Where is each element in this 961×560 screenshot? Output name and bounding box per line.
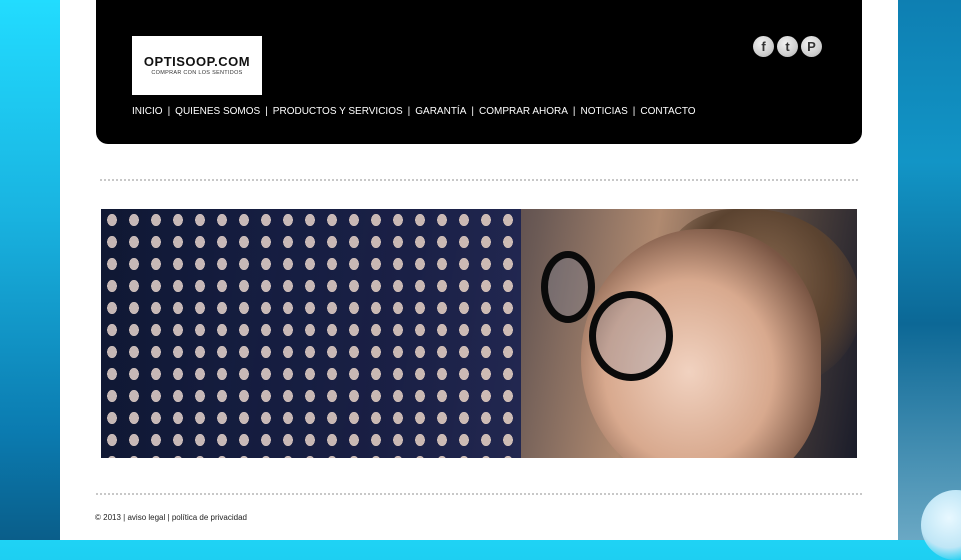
- nav-item-noticias[interactable]: NOTICIAS: [581, 106, 628, 117]
- nav-item-contacto[interactable]: CONTACTO: [640, 106, 695, 117]
- site-header: OPTISOOP.COM COMPRAR CON LOS SENTIDOS f …: [96, 0, 862, 144]
- logo-name: OPTISOOP.COM: [143, 54, 251, 69]
- pinterest-icon[interactable]: P: [801, 36, 822, 57]
- hero-banner-image: [101, 209, 857, 458]
- social-links: f t P: [753, 36, 822, 57]
- page-container: OPTISOOP.COM COMPRAR CON LOS SENTIDOS f …: [60, 0, 898, 540]
- nav-item-quienes-somos[interactable]: QUIENES SOMOS: [175, 106, 260, 117]
- nav-separator: |: [407, 106, 411, 117]
- banner-mesh-fabric: [101, 209, 521, 458]
- site-footer: © 2013 | aviso legal | política de priva…: [95, 513, 247, 522]
- logo-tagline: COMPRAR CON LOS SENTIDOS: [151, 70, 243, 76]
- site-logo[interactable]: OPTISOOP.COM COMPRAR CON LOS SENTIDOS: [132, 36, 262, 95]
- background-bubble: [921, 490, 961, 560]
- main-nav: INICIO | QUIENES SOMOS | PRODUCTOS Y SER…: [132, 106, 696, 117]
- glasses-right-lens: [589, 291, 673, 381]
- nav-separator: |: [632, 106, 636, 117]
- divider-bottom: [96, 493, 862, 495]
- nav-separator: |: [167, 106, 171, 117]
- footer-link-privacidad[interactable]: política de privacidad: [172, 513, 247, 522]
- nav-item-comprar-ahora[interactable]: COMPRAR AHORA: [479, 106, 568, 117]
- nav-separator: |: [471, 106, 474, 117]
- nav-item-inicio[interactable]: INICIO: [132, 106, 163, 117]
- footer-link-aviso-legal[interactable]: aviso legal: [127, 513, 165, 522]
- nav-item-garantia[interactable]: GARANTÍA: [415, 106, 466, 117]
- footer-copyright: © 2013: [95, 513, 121, 522]
- divider-top: [100, 179, 858, 181]
- footer-separator: |: [123, 513, 126, 522]
- nav-separator: |: [265, 106, 268, 117]
- twitter-icon[interactable]: t: [777, 36, 798, 57]
- glasses-left-lens: [541, 251, 595, 323]
- background-left: [0, 0, 60, 540]
- footer-separator: |: [167, 513, 170, 522]
- nav-separator: |: [572, 106, 576, 117]
- nav-item-productos-servicios[interactable]: PRODUCTOS Y SERVICIOS: [273, 106, 403, 117]
- background-right: [898, 0, 961, 560]
- facebook-icon[interactable]: f: [753, 36, 774, 57]
